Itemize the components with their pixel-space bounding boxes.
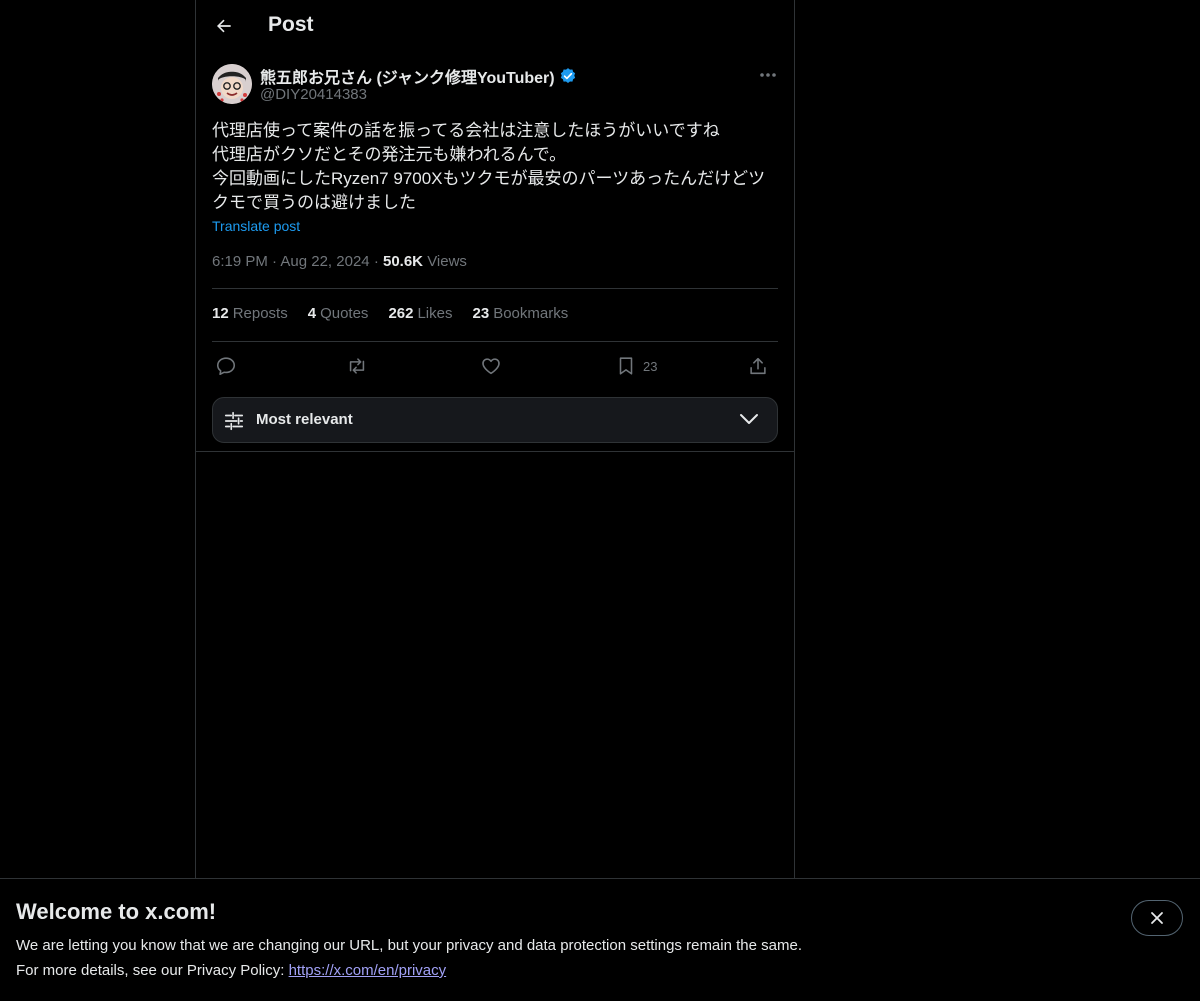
post-date[interactable]: Aug 22, 2024: [280, 253, 369, 270]
banner-privacy-prefix: For more details, see our Privacy Policy…: [16, 962, 289, 979]
share-button[interactable]: [747, 352, 769, 380]
reply-icon: [216, 357, 236, 376]
reply-sort-dropdown[interactable]: Most relevant: [212, 397, 778, 443]
author-handle[interactable]: @DIY20414383: [260, 86, 367, 103]
avatar-image-icon: [212, 64, 252, 104]
sliders-icon: [224, 411, 244, 431]
main-column: Post 熊五郎お兄さん (ジャンク修理YouTuber) @DIY204143…: [195, 0, 795, 880]
like-icon: [482, 358, 500, 375]
post-stats: 12 Reposts 4 Quotes 262 Likes 23 Bookmarks: [212, 305, 588, 322]
stat-label: Likes: [417, 305, 453, 322]
bookmark-button[interactable]: 23: [615, 352, 657, 380]
translate-post-link[interactable]: Translate post: [212, 218, 300, 234]
reply-button[interactable]: [215, 352, 237, 380]
close-icon: [1151, 912, 1163, 924]
welcome-banner: Welcome to x.com! We are letting you kno…: [0, 878, 1200, 1001]
stat-label: Bookmarks: [493, 305, 569, 322]
page-header: Post: [196, 0, 794, 53]
stat-label: Reposts: [232, 305, 288, 322]
action-bar: 23: [212, 352, 778, 380]
stat-likes[interactable]: 262 Likes: [388, 305, 452, 322]
banner-title: Welcome to x.com!: [16, 899, 217, 924]
verified-badge-icon[interactable]: [559, 67, 577, 85]
post-text: 代理店使って案件の話を振ってる会社は注意したほうがいいですね 代理店がクソだとそ…: [212, 121, 766, 212]
more-options-button[interactable]: [756, 64, 780, 86]
stat-bookmarks[interactable]: 23 Bookmarks: [473, 305, 569, 322]
close-banner-button[interactable]: [1131, 900, 1183, 936]
back-button[interactable]: [211, 13, 237, 39]
section-divider: [196, 451, 794, 452]
author-name[interactable]: 熊五郎お兄さん (ジャンク修理YouTuber): [260, 64, 555, 88]
stat-quotes[interactable]: 4 Quotes: [308, 305, 369, 322]
stat-count: 262: [388, 305, 414, 322]
banner-privacy-line: For more details, see our Privacy Policy…: [16, 962, 446, 979]
stat-count: 12: [212, 305, 229, 322]
stat-reposts[interactable]: 12 Reposts: [212, 305, 288, 322]
stat-label: Quotes: [320, 305, 369, 322]
repost-button[interactable]: [345, 352, 369, 380]
avatar[interactable]: [212, 64, 252, 104]
share-icon: [750, 357, 766, 375]
sort-label: Most relevant: [256, 411, 353, 428]
post-time[interactable]: 6:19 PM: [212, 253, 268, 270]
banner-message: We are letting you know that we are chan…: [16, 937, 802, 954]
views-count: 50.6K: [382, 253, 424, 270]
post-meta: 6:19 PM · Aug 22, 2024 · 50.6K Views: [212, 253, 467, 270]
stat-count: 23: [472, 305, 490, 322]
stat-count: 4: [307, 305, 317, 322]
more-horizontal-icon: [760, 73, 776, 77]
divider: [212, 288, 778, 289]
divider: [212, 341, 778, 342]
like-button[interactable]: [480, 352, 502, 380]
privacy-policy-link[interactable]: https://x.com/en/privacy: [289, 962, 447, 979]
author-name-row[interactable]: 熊五郎お兄さん (ジャンク修理YouTuber): [260, 64, 577, 88]
arrow-left-icon: [217, 19, 231, 33]
chevron-down-icon: [740, 414, 758, 424]
bookmark-icon: [619, 357, 633, 375]
page-title: Post: [268, 13, 314, 36]
bookmark-count: 23: [643, 358, 658, 374]
meta-separator: ·: [373, 253, 383, 270]
repost-icon: [349, 358, 365, 374]
views-label: Views: [427, 253, 467, 270]
